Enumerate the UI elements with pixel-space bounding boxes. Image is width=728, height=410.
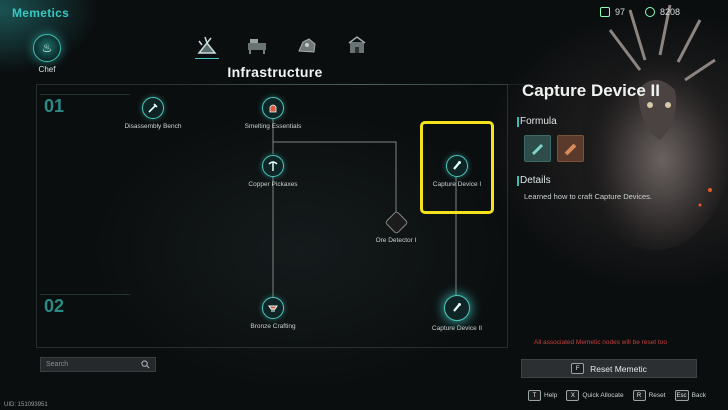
node-label: Copper Pickaxes [248,181,298,188]
formula-heading: Formula [517,116,557,127]
reset-memetic-button[interactable]: F Reset Memetic [521,359,697,378]
node-bronze-crafting[interactable]: Bronze Crafting [223,297,323,330]
key-hint: F [571,363,585,374]
node-smelting-essentials[interactable]: Smelting Essentials [223,97,323,130]
search-icon [141,360,150,369]
hotkey-label: Help [544,392,558,399]
node-label: Ore Detector I [375,237,417,244]
key-hint: T [528,390,541,401]
node-copper-pickaxes[interactable]: Copper Pickaxes [223,155,323,188]
details-heading: Details [517,175,551,186]
detail-title: Capture Device II [522,81,660,100]
anvil-icon [262,297,284,319]
hotkey-label: Reset [648,392,666,399]
formula-items [524,135,584,162]
node-label: Capture Device II [431,325,483,332]
copper-material-icon[interactable] [557,135,584,162]
hotkey-quick-allocate[interactable]: X Quick Allocate [566,390,624,401]
node-ore-detector-1[interactable]: Ore Detector I [346,210,446,244]
user-id: UID: 151093951 [4,402,48,408]
hotkey-label: Back [691,392,707,399]
node-capture-device-2[interactable]: Capture Device II [407,295,507,332]
wrench-icon [142,97,164,119]
pickaxe-icon [262,155,284,177]
selection-highlight [420,121,494,214]
node-label: Bronze Crafting [250,323,296,330]
reset-warning: All associated Memetic nodes will be res… [534,339,667,346]
key-hint: X [566,390,580,401]
capture-device-icon [444,295,470,321]
tree-connectors [272,116,457,297]
hotkey-bar: T Help X Quick Allocate R Reset Esc Back [528,390,706,401]
node-label: Smelting Essentials [244,123,302,130]
node-label: Disassembly Bench [124,123,182,130]
search-input[interactable]: Search [40,357,156,372]
teal-material-icon[interactable] [524,135,551,162]
reset-label: Reset Memetic [590,363,647,374]
details-text: Learned how to craft Capture Devices. [524,192,652,201]
search-placeholder: Search [46,361,69,368]
hotkey-reset[interactable]: R Reset [632,390,666,401]
hotkey-help[interactable]: T Help [528,390,557,401]
hotkey-back[interactable]: Esc Back [674,390,707,401]
hotkey-label: Quick Allocate [582,392,624,399]
furnace-icon [262,97,284,119]
key-hint: Esc [674,390,689,401]
node-disassembly-bench[interactable]: Disassembly Bench [103,97,203,130]
lock-icon [383,210,409,235]
key-hint: R [632,390,646,401]
